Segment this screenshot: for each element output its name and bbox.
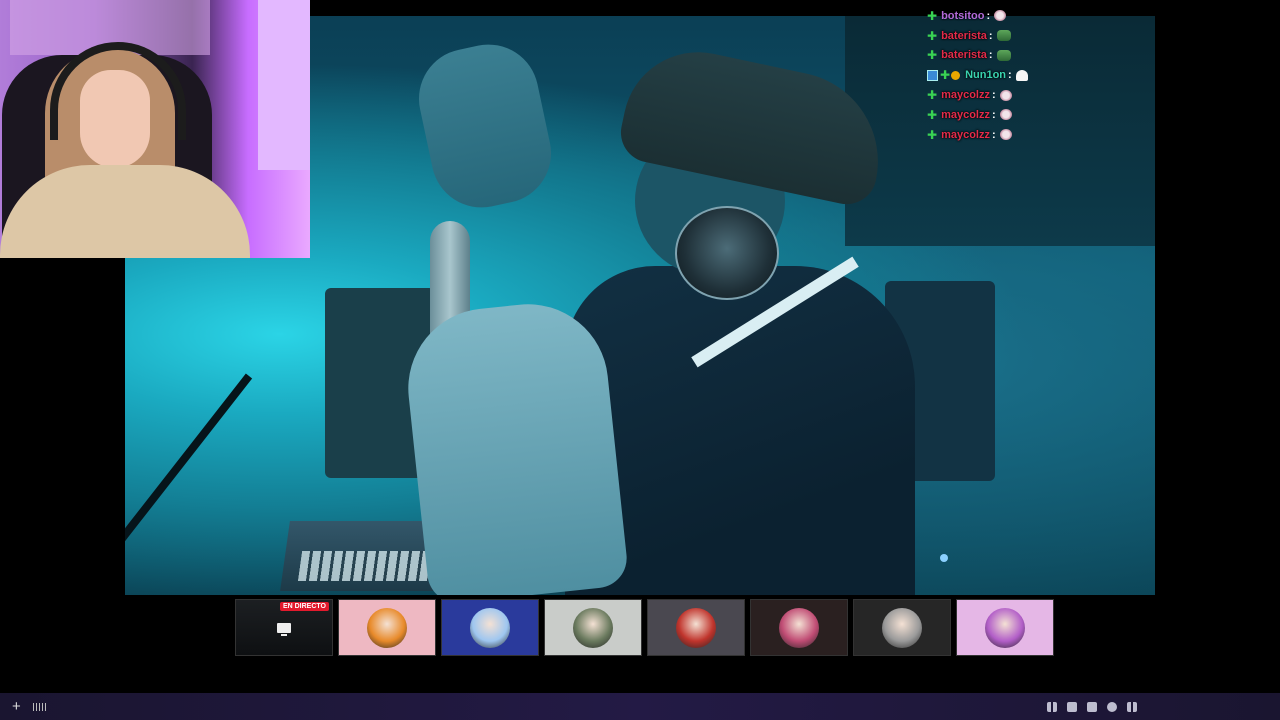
subscriber-badge-icon: ✚ bbox=[927, 48, 938, 63]
chat-message: ✚ maycolzz: bbox=[927, 125, 1157, 145]
live-badge: EN DIRECTO bbox=[279, 602, 329, 611]
chat-username[interactable]: maycolzz bbox=[941, 109, 990, 121]
chat-separator: : bbox=[991, 89, 996, 102]
channel-avatar bbox=[573, 607, 613, 648]
chat-message: ✚ baterista: bbox=[927, 26, 1157, 46]
monitor-icon bbox=[277, 622, 291, 636]
chat-overlay: ✚ botsitoo: ✚ baterista: ✚ baterista: ✚ Nun1on:… bbox=[927, 6, 1157, 145]
chat-separator: : bbox=[991, 108, 996, 121]
chat-badges: ✚ bbox=[927, 89, 938, 101]
chat-message: ✚ maycolzz: bbox=[927, 85, 1157, 105]
chat-message: ✚ botsitoo: bbox=[927, 6, 1157, 26]
skull-emote bbox=[999, 89, 1012, 101]
channel-avatar bbox=[676, 607, 716, 648]
subscriber-badge-icon: ✚ bbox=[940, 68, 951, 83]
channel-avatar bbox=[882, 607, 922, 648]
stream-layout: ✚ botsitoo: ✚ baterista: ✚ baterista: ✚ Nun1on:… bbox=[0, 0, 1280, 720]
chat-username[interactable]: maycolzz bbox=[941, 89, 990, 101]
apps-icon[interactable] bbox=[1127, 701, 1137, 712]
channel-avatar bbox=[470, 607, 510, 648]
channel-avatar bbox=[367, 607, 407, 648]
channel-thumbnail[interactable] bbox=[544, 599, 642, 656]
channel-thumbnail[interactable] bbox=[338, 599, 436, 656]
plus-icon[interactable]: + bbox=[12, 699, 21, 714]
bars-icon[interactable] bbox=[32, 702, 47, 711]
grid-icon[interactable] bbox=[1047, 701, 1057, 712]
chat-message: ✚ maycolzz: bbox=[927, 105, 1157, 125]
chat-separator: : bbox=[1008, 69, 1012, 82]
skull-emote bbox=[994, 10, 1007, 22]
mic-stand bbox=[125, 373, 253, 595]
chat-badges: ✚ bbox=[927, 109, 938, 121]
subscriber-badge-icon: ✚ bbox=[927, 88, 938, 103]
headphones bbox=[675, 206, 779, 300]
layout-icon[interactable] bbox=[1087, 701, 1097, 712]
ghost-emote bbox=[1015, 69, 1028, 81]
screen-icon[interactable] bbox=[1067, 701, 1077, 712]
channel-avatar bbox=[985, 607, 1025, 648]
stream-thumbnails: EN DIRECTO bbox=[235, 599, 1054, 656]
chat-username[interactable]: baterista bbox=[941, 30, 987, 42]
chat-username[interactable]: maycolzz bbox=[941, 129, 990, 141]
chat-separator: : bbox=[988, 29, 993, 42]
chat-separator: : bbox=[991, 128, 996, 141]
webcam-overlay bbox=[0, 0, 310, 258]
chat-separator: : bbox=[988, 49, 993, 62]
live-channel-thumbnail[interactable]: EN DIRECTO bbox=[235, 599, 333, 656]
chat-badges: ✚ bbox=[927, 69, 962, 81]
subscriber-badge-icon: ✚ bbox=[927, 8, 938, 23]
chat-username[interactable]: botsitoo bbox=[941, 10, 984, 22]
channel-thumbnail[interactable] bbox=[956, 599, 1054, 656]
frog-emote bbox=[996, 30, 1011, 42]
performer-arm bbox=[400, 296, 630, 595]
chat-badges: ✚ bbox=[927, 30, 938, 42]
subscriber-badge-icon: ✚ bbox=[927, 28, 938, 43]
channel-thumbnail[interactable] bbox=[441, 599, 539, 656]
subscriber-badge-icon: ✚ bbox=[927, 107, 938, 122]
chat-message: ✚ baterista: bbox=[927, 46, 1157, 66]
bits-badge-icon bbox=[951, 70, 961, 80]
chat-badges: ✚ bbox=[927, 49, 938, 61]
channel-thumbnail[interactable] bbox=[647, 599, 745, 656]
subscriber-badge-icon: ✚ bbox=[927, 127, 938, 142]
skull-emote bbox=[999, 109, 1012, 121]
chat-badges: ✚ bbox=[927, 129, 938, 141]
moderator-badge-icon bbox=[927, 69, 938, 81]
chat-username[interactable]: baterista bbox=[941, 49, 987, 61]
skull-emote bbox=[999, 129, 1012, 141]
chat-username[interactable]: Nun1on bbox=[965, 69, 1006, 81]
light-dot bbox=[940, 554, 948, 562]
chat-message: ✚ Nun1on: bbox=[927, 65, 1157, 85]
chat-separator: : bbox=[986, 9, 991, 22]
bottom-toolbar: + bbox=[0, 693, 1280, 720]
performer-hand bbox=[409, 35, 561, 217]
channel-thumbnail[interactable] bbox=[750, 599, 848, 656]
frog-emote bbox=[996, 49, 1011, 61]
webcam-window bbox=[258, 0, 310, 170]
globe-icon[interactable] bbox=[1107, 701, 1117, 712]
channel-avatar bbox=[779, 607, 819, 648]
chat-badges: ✚ bbox=[927, 10, 938, 22]
channel-thumbnail[interactable] bbox=[853, 599, 951, 656]
